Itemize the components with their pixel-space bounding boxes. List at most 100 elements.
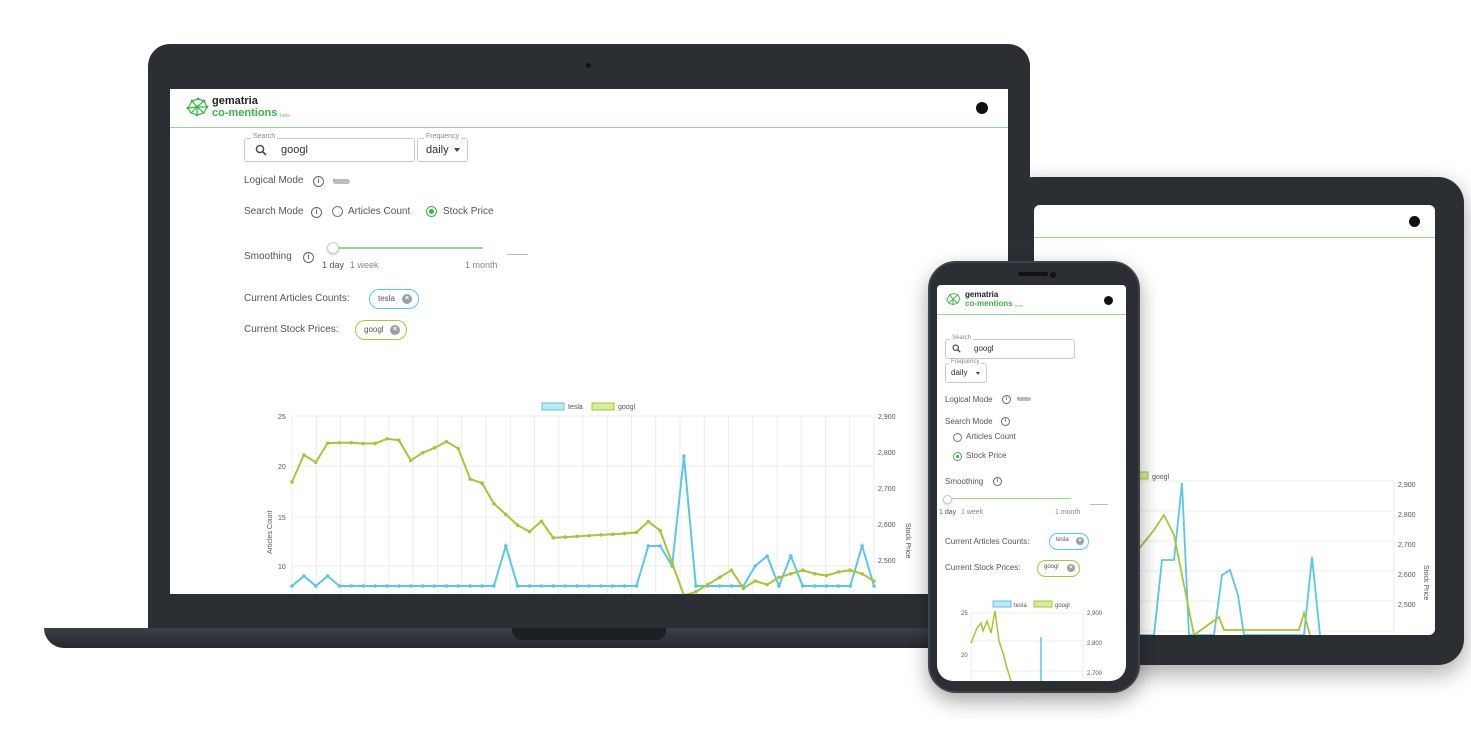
- smoothing-slider-thumb[interactable]: [327, 242, 339, 254]
- googl-data-point[interactable]: [705, 582, 710, 587]
- googl-data-point[interactable]: [563, 535, 567, 539]
- info-icon[interactable]: i: [1001, 417, 1010, 426]
- googl-data-point[interactable]: [658, 528, 663, 533]
- googl-data-point[interactable]: [527, 529, 532, 534]
- tesla-data-point[interactable]: [575, 584, 579, 588]
- tesla-data-point[interactable]: [373, 584, 377, 588]
- googl-data-point[interactable]: [432, 446, 437, 450]
- googl-data-point[interactable]: [539, 519, 544, 524]
- googl-data-point[interactable]: [337, 440, 342, 445]
- googl-data-point[interactable]: [408, 458, 413, 463]
- info-icon[interactable]: i: [313, 176, 324, 187]
- googl-data-point[interactable]: [634, 530, 639, 535]
- frequency-select[interactable]: daily: [945, 363, 987, 383]
- radio-articles-count[interactable]: [332, 206, 343, 217]
- tesla-data-point[interactable]: [337, 584, 342, 588]
- tesla-data-point[interactable]: [872, 584, 876, 588]
- tesla-data-point[interactable]: [622, 584, 627, 588]
- chip-remove-icon[interactable]: ×: [390, 325, 400, 335]
- googl-data-point[interactable]: [812, 572, 817, 576]
- googl-data-point[interactable]: [610, 532, 615, 536]
- tesla-data-point[interactable]: [694, 584, 698, 588]
- tesla-chip[interactable]: tesla ×: [1049, 533, 1089, 550]
- tesla-data-point[interactable]: [753, 564, 758, 568]
- tesla-data-point[interactable]: [789, 554, 793, 558]
- radio-articles-count-label[interactable]: Articles Count: [966, 432, 1016, 441]
- googl-data-point[interactable]: [313, 460, 318, 464]
- googl-data-point[interactable]: [836, 570, 841, 574]
- tesla-data-point[interactable]: [729, 584, 734, 588]
- tesla-data-point[interactable]: [836, 584, 841, 588]
- info-icon[interactable]: i: [993, 477, 1002, 486]
- googl-chip[interactable]: googl ×: [1037, 560, 1080, 577]
- googl-data-point[interactable]: [302, 453, 306, 457]
- radio-articles-count[interactable]: [953, 433, 962, 442]
- googl-data-point[interactable]: [741, 586, 746, 590]
- googl-data-point[interactable]: [753, 579, 758, 583]
- googl-data-point[interactable]: [729, 568, 734, 572]
- googl-data-point[interactable]: [361, 441, 366, 446]
- googl-data-point[interactable]: [503, 512, 508, 517]
- tesla-data-point[interactable]: [551, 584, 556, 588]
- tesla-data-point[interactable]: [503, 544, 508, 548]
- googl-data-point[interactable]: [575, 534, 579, 539]
- tesla-data-point[interactable]: [539, 584, 544, 588]
- tesla-data-point[interactable]: [313, 584, 318, 588]
- tesla-data-point[interactable]: [515, 584, 520, 588]
- googl-data-point[interactable]: [872, 579, 876, 583]
- googl-data-point[interactable]: [373, 441, 377, 446]
- chip-remove-icon[interactable]: ×: [402, 294, 412, 304]
- googl-data-point[interactable]: [789, 572, 793, 576]
- tesla-data-point[interactable]: [361, 584, 366, 588]
- googl-data-point[interactable]: [444, 439, 449, 444]
- search-input[interactable]: googl: [945, 339, 1075, 359]
- tesla-data-point[interactable]: [824, 584, 829, 588]
- googl-data-point[interactable]: [468, 477, 472, 481]
- info-icon[interactable]: i: [303, 252, 314, 263]
- tesla-data-point[interactable]: [480, 584, 484, 588]
- googl-data-point[interactable]: [515, 523, 520, 527]
- frequency-select[interactable]: daily: [417, 138, 468, 162]
- tesla-data-point[interactable]: [682, 454, 686, 458]
- tesla-data-point[interactable]: [325, 574, 330, 578]
- googl-data-point[interactable]: [777, 575, 781, 580]
- tesla-data-point[interactable]: [432, 584, 437, 588]
- googl-chip[interactable]: googl ×: [355, 320, 407, 340]
- googl-data-point[interactable]: [860, 572, 864, 576]
- googl-data-point[interactable]: [492, 501, 496, 506]
- tesla-data-point[interactable]: [812, 584, 817, 588]
- radio-stock-price-label[interactable]: Stock Price: [966, 451, 1006, 460]
- googl-data-point[interactable]: [694, 590, 698, 594]
- googl-data-point[interactable]: [800, 568, 805, 572]
- search-input[interactable]: googl: [244, 138, 415, 162]
- tesla-data-point[interactable]: [800, 584, 805, 588]
- tesla-data-point[interactable]: [610, 584, 615, 588]
- tesla-data-point[interactable]: [646, 544, 651, 548]
- tesla-data-point[interactable]: [397, 584, 401, 588]
- tesla-data-point[interactable]: [408, 584, 413, 588]
- tesla-data-point[interactable]: [765, 554, 769, 558]
- radio-stock-price[interactable]: [953, 452, 962, 461]
- googl-data-point[interactable]: [397, 438, 401, 443]
- tesla-data-point[interactable]: [290, 584, 294, 588]
- tesla-data-point[interactable]: [658, 544, 663, 548]
- radio-articles-count-label[interactable]: Articles Count: [348, 206, 410, 217]
- info-icon[interactable]: i: [311, 207, 322, 218]
- tesla-data-point[interactable]: [349, 584, 354, 588]
- chip-remove-icon[interactable]: ×: [1067, 564, 1075, 572]
- tesla-data-point[interactable]: [468, 584, 472, 588]
- googl-data-point[interactable]: [848, 568, 853, 572]
- tesla-data-point[interactable]: [527, 584, 532, 588]
- chip-remove-icon[interactable]: ×: [1076, 537, 1084, 545]
- googl-data-point[interactable]: [325, 441, 330, 445]
- tesla-data-point[interactable]: [634, 584, 639, 588]
- logical-mode-toggle[interactable]: [1017, 397, 1031, 401]
- googl-data-point[interactable]: [622, 531, 627, 536]
- tesla-data-point[interactable]: [385, 584, 389, 588]
- googl-data-point[interactable]: [717, 575, 722, 580]
- tesla-data-point[interactable]: [777, 584, 781, 588]
- tesla-data-point[interactable]: [587, 584, 591, 588]
- googl-data-point[interactable]: [290, 480, 294, 484]
- googl-data-point[interactable]: [385, 437, 389, 441]
- tesla-data-point[interactable]: [860, 544, 864, 548]
